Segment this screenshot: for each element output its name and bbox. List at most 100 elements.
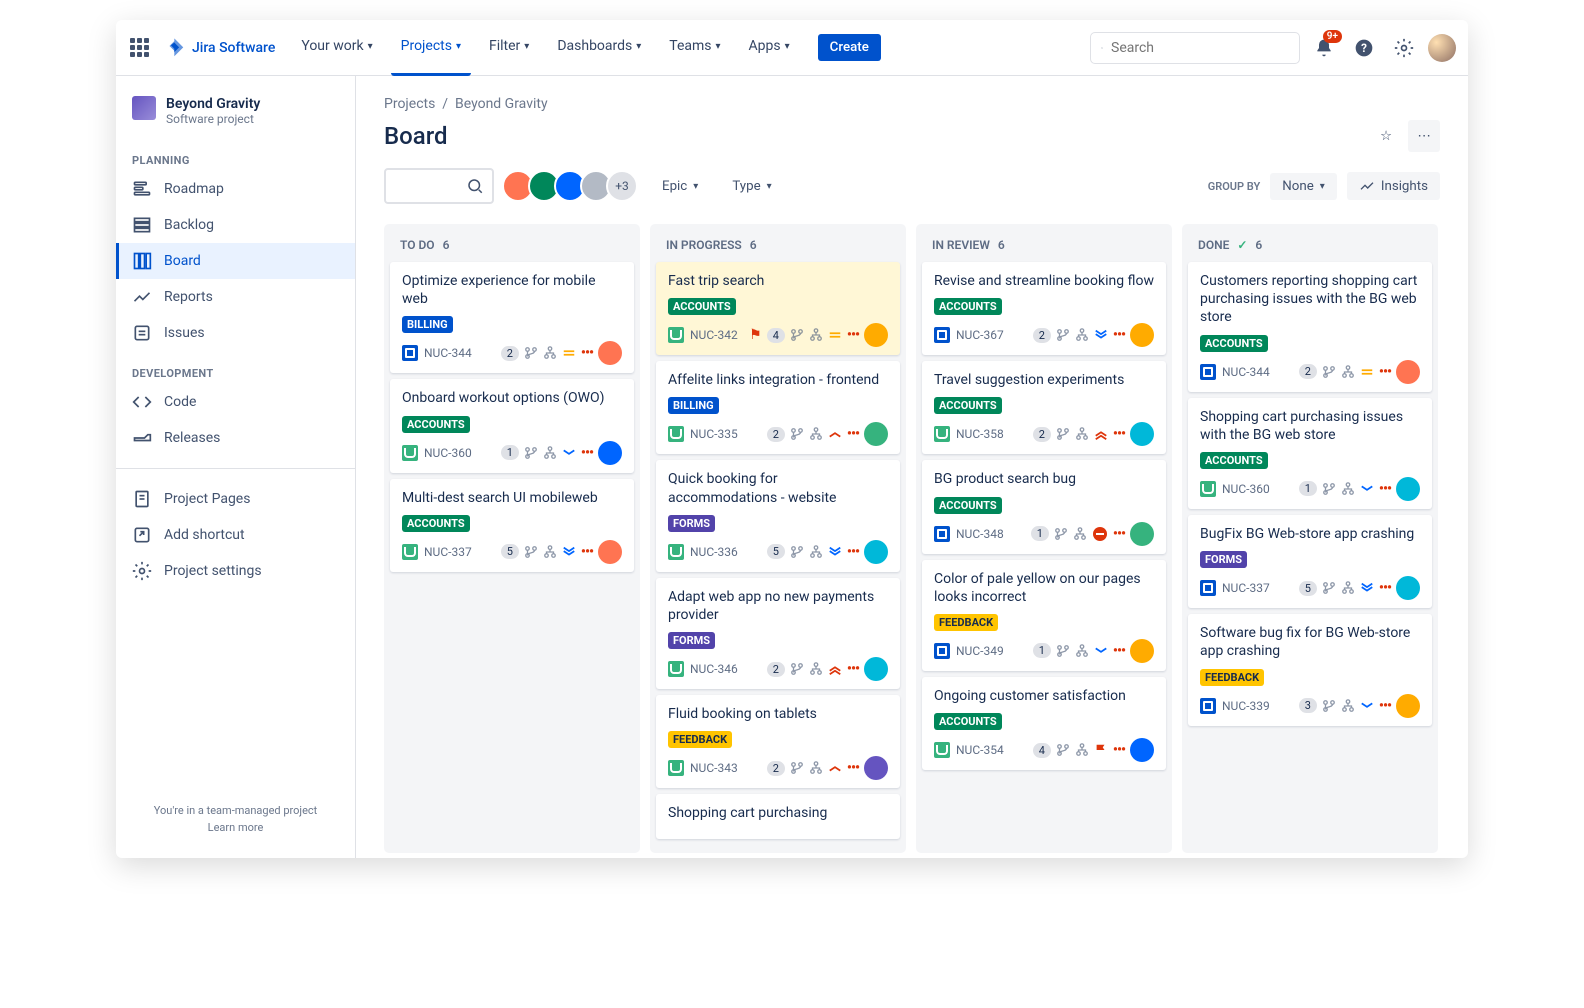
epic-tag: FORMS [668,632,715,649]
nav-dashboards[interactable]: Dashboards▾ [547,20,651,76]
priority-icon [1360,365,1374,379]
priority-icon [1360,482,1374,496]
issue-card[interactable]: Travel suggestion experimentsACCOUNTSNUC… [922,361,1166,454]
search-input[interactable] [1111,40,1289,56]
task-icon [402,345,418,361]
nav-teams[interactable]: Teams▾ [659,20,730,76]
assignee-avatar [1396,477,1420,501]
story-icon [668,760,684,776]
nav-projects[interactable]: Projects▾ [391,20,471,76]
issue-card[interactable]: Optimize experience for mobile webBILLIN… [390,262,634,373]
issue-card[interactable]: Shopping cart purchasing [656,794,900,838]
star-button[interactable]: ☆ [1370,120,1402,152]
sidebar-backlog[interactable]: Backlog [116,207,355,243]
status-dots: ••• [1113,526,1125,542]
notifications-icon[interactable]: 9+ [1308,32,1340,64]
issue-card[interactable]: Multi-dest search UI mobilewebACCOUNTSNU… [390,479,634,572]
issue-card[interactable]: Software bug fix for BG Web-store app cr… [1188,614,1432,725]
status-dots: ••• [1379,698,1391,714]
assignee-avatar [864,540,888,564]
status-dots: ••• [847,661,859,677]
nav-filter[interactable]: Filter▾ [479,20,539,76]
sidebar-code[interactable]: Code [116,384,355,420]
card-title: Customers reporting shopping cart purcha… [1200,272,1420,327]
project-header[interactable]: Beyond GravitySoftware project [116,92,355,138]
status-dots: ••• [1379,580,1391,596]
epic-tag: ACCOUNTS [402,416,470,433]
story-icon [668,661,684,677]
issue-card[interactable]: Customers reporting shopping cart purcha… [1188,262,1432,392]
jira-logo[interactable]: Jira Software [164,37,275,59]
type-filter[interactable]: Type ▾ [722,173,781,200]
epic-tag: FEEDBACK [1200,669,1264,686]
status-dots: ••• [847,544,859,560]
column-to-do: TO DO6Optimize experience for mobile web… [384,224,640,853]
nav-apps[interactable]: Apps▾ [739,20,800,76]
group-by-select[interactable]: None ▾ [1270,173,1337,200]
issue-key: NUC-360 [424,446,472,460]
issue-card[interactable]: Adapt web app no new payments providerFO… [656,578,900,689]
issue-card[interactable]: Revise and streamline booking flowACCOUN… [922,262,1166,355]
issue-key: NUC-349 [956,644,1004,658]
issue-key: NUC-337 [1222,581,1270,595]
epic-filter[interactable]: Epic ▾ [652,173,708,200]
help-icon[interactable]: ? [1348,32,1380,64]
card-title: Quick booking for accommodations - websi… [668,470,888,506]
priority-icon [1094,427,1108,441]
epic-tag: ACCOUNTS [1200,452,1268,469]
subtask-count: 1 [1031,526,1049,541]
issue-card[interactable]: BG product search bugACCOUNTSNUC-3481••• [922,460,1166,553]
assignee-avatar [864,323,888,347]
crumb-current[interactable]: Beyond Gravity [455,96,548,112]
insights-button[interactable]: Insights [1347,172,1440,200]
assignee-avatar [1130,522,1154,546]
nav-your-work[interactable]: Your work▾ [291,20,382,76]
more-button[interactable]: ⋯ [1408,120,1440,152]
issue-card[interactable]: Fluid booking on tabletsFEEDBACKNUC-3432… [656,695,900,788]
epic-tag: FORMS [1200,551,1247,568]
subtask-count: 1 [501,445,519,460]
issue-card[interactable]: Color of pale yellow on our pages looks … [922,560,1166,671]
board-search[interactable] [384,168,494,204]
issue-card[interactable]: Onboard workout options (OWO)ACCOUNTSNUC… [390,379,634,472]
learn-more-link[interactable]: Learn more [132,821,339,834]
issue-card[interactable]: Fast trip searchACCOUNTSNUC-342⚑4••• [656,262,900,355]
issue-card[interactable]: Ongoing customer satisfactionACCOUNTSNUC… [922,677,1166,770]
assignee-avatar [598,540,622,564]
assignee-avatar [1396,694,1420,718]
issue-card[interactable]: Affelite links integration - frontendBIL… [656,361,900,454]
subtask-count: 5 [501,544,519,559]
sidebar-settings[interactable]: Project settings [116,553,355,589]
sidebar-issues[interactable]: Issues [116,315,355,351]
assignee-avatar [1396,360,1420,384]
issue-card[interactable]: Quick booking for accommodations - websi… [656,460,900,571]
task-icon [1200,364,1216,380]
crumb-projects[interactable]: Projects [384,96,435,112]
assignee-filter[interactable]: +3 [508,170,638,202]
issue-key: NUC-354 [956,743,1004,757]
priority-icon [828,328,842,342]
sidebar-roadmap[interactable]: Roadmap [116,171,355,207]
sidebar-releases[interactable]: Releases [116,420,355,456]
settings-icon[interactable] [1388,32,1420,64]
issue-key: NUC-344 [1222,365,1270,379]
issue-card[interactable]: Shopping cart purchasing issues with the… [1188,398,1432,509]
epic-tag: ACCOUNTS [934,497,1002,514]
sidebar-board[interactable]: Board [116,243,355,279]
app-switcher-icon[interactable] [128,36,152,60]
global-search[interactable] [1090,32,1300,64]
issue-card[interactable]: BugFix BG Web-store app crashingFORMSNUC… [1188,515,1432,608]
card-title: Travel suggestion experiments [934,371,1154,389]
sidebar-shortcut[interactable]: Add shortcut [116,517,355,553]
priority-icon [1094,328,1108,342]
story-icon [934,742,950,758]
create-button[interactable]: Create [818,34,881,61]
assignee-avatar [598,341,622,365]
sidebar-pages[interactable]: Project Pages [116,481,355,517]
sidebar-reports[interactable]: Reports [116,279,355,315]
column-header: DONE✓6 [1188,232,1432,262]
epic-tag: ACCOUNTS [1200,335,1268,352]
status-dots: ••• [1113,426,1125,442]
user-avatar[interactable] [1428,34,1456,62]
avatar-more[interactable]: +3 [606,170,638,202]
